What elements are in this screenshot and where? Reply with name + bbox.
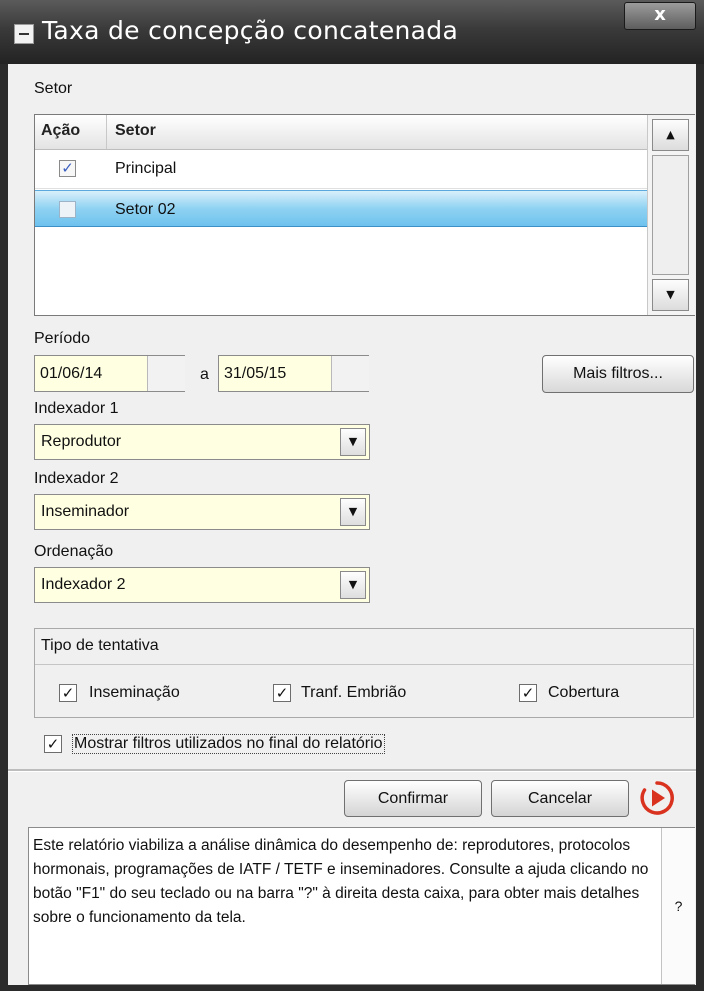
indexador1-value: Reprodutor [41,433,122,450]
period-separator: a [200,366,209,383]
row-setor-name: Setor 02 [115,201,176,218]
play-circle-icon[interactable] [639,780,675,816]
dropdown-button[interactable]: ▼ [340,428,366,456]
triangle-down-icon: ▼ [348,578,358,591]
inseminacao-checkbox[interactable]: ✓ [59,684,77,702]
indexador2-label: Indexador 2 [34,470,119,487]
dropdown-button[interactable]: ▼ [340,498,366,526]
row-checkbox[interactable] [59,201,76,218]
row-checkbox[interactable]: ✓ [59,160,76,177]
close-button[interactable]: x [624,2,696,30]
row-setor-name: Principal [115,160,177,177]
vertical-scrollbar[interactable]: ▲ ▼ [647,115,695,315]
date-picker-button[interactable] [331,356,369,391]
triangle-down-icon: ▼ [666,288,675,301]
more-filters-button[interactable]: Mais filtros... [542,355,694,393]
column-header-acao[interactable]: Ação [41,122,80,140]
title-bar[interactable]: Taxa de concepção concatenada x [0,0,704,64]
date-picker-button[interactable] [147,356,185,391]
window-title: Taxa de concepção concatenada [42,16,459,45]
ordenacao-value: Indexador 2 [41,576,126,593]
column-header-setor[interactable]: Setor [115,122,156,140]
show-filters-label[interactable]: Mostrar filtros utilizados no final do r… [72,734,385,754]
scroll-down-button[interactable]: ▼ [652,279,689,311]
ordenacao-select[interactable]: Indexador 2 ▼ [34,567,370,603]
group-title: Tipo de tentativa [41,637,159,654]
help-panel: Este relatório viabiliza a análise dinâm… [28,827,695,985]
indexador2-select[interactable]: Inseminador ▼ [34,494,370,530]
table-header: Ação Setor [35,115,647,150]
scroll-thumb[interactable] [652,155,689,275]
indexador2-value: Inseminador [41,503,130,520]
column-divider[interactable] [106,115,107,149]
dialog-body: Setor Ação Setor ✓ Principal Setor 02 ▲ [8,64,696,985]
tipo-tentativa-group: Tipo de tentativa ✓ Inseminação ✓ Tranf.… [34,628,694,718]
period-end-field[interactable]: 31/05/15 [218,355,369,392]
group-header: Tipo de tentativa [35,629,693,665]
tranf-embriao-label: Tranf. Embrião [301,684,407,701]
indexador1-select[interactable]: Reprodutor ▼ [34,424,370,460]
window-menu-icon[interactable] [14,24,34,44]
cancel-button[interactable]: Cancelar [491,780,629,817]
dropdown-button[interactable]: ▼ [340,571,366,599]
tranf-embriao-checkbox[interactable]: ✓ [273,684,291,702]
period-start-input[interactable]: 01/06/14 [35,356,147,391]
ordenacao-label: Ordenação [34,543,114,560]
scroll-up-button[interactable]: ▲ [652,119,689,151]
periodo-label: Período [34,330,91,347]
help-button[interactable]: ? [661,828,695,984]
cobertura-checkbox[interactable]: ✓ [519,684,537,702]
cobertura-label: Cobertura [548,684,620,701]
triangle-up-icon: ▲ [666,128,675,141]
table-row-selected[interactable]: Setor 02 [35,190,647,227]
setor-section-label: Setor [34,80,73,97]
inseminacao-label: Inseminação [89,684,180,701]
triangle-down-icon: ▼ [348,505,358,518]
divider [8,769,696,772]
confirm-button[interactable]: Confirmar [344,780,482,817]
dialog-window: Taxa de concepção concatenada x Setor Aç… [0,0,704,991]
sector-table: Ação Setor ✓ Principal Setor 02 ▲ ▼ [34,114,695,316]
period-start-field[interactable]: 01/06/14 [34,355,185,392]
show-filters-checkbox[interactable]: ✓ [44,735,62,753]
period-end-input[interactable]: 31/05/15 [219,356,331,391]
indexador1-label: Indexador 1 [34,400,119,417]
help-text: Este relatório viabiliza a análise dinâm… [33,837,649,926]
table-row[interactable]: ✓ Principal [35,150,647,189]
triangle-down-icon: ▼ [348,435,358,448]
